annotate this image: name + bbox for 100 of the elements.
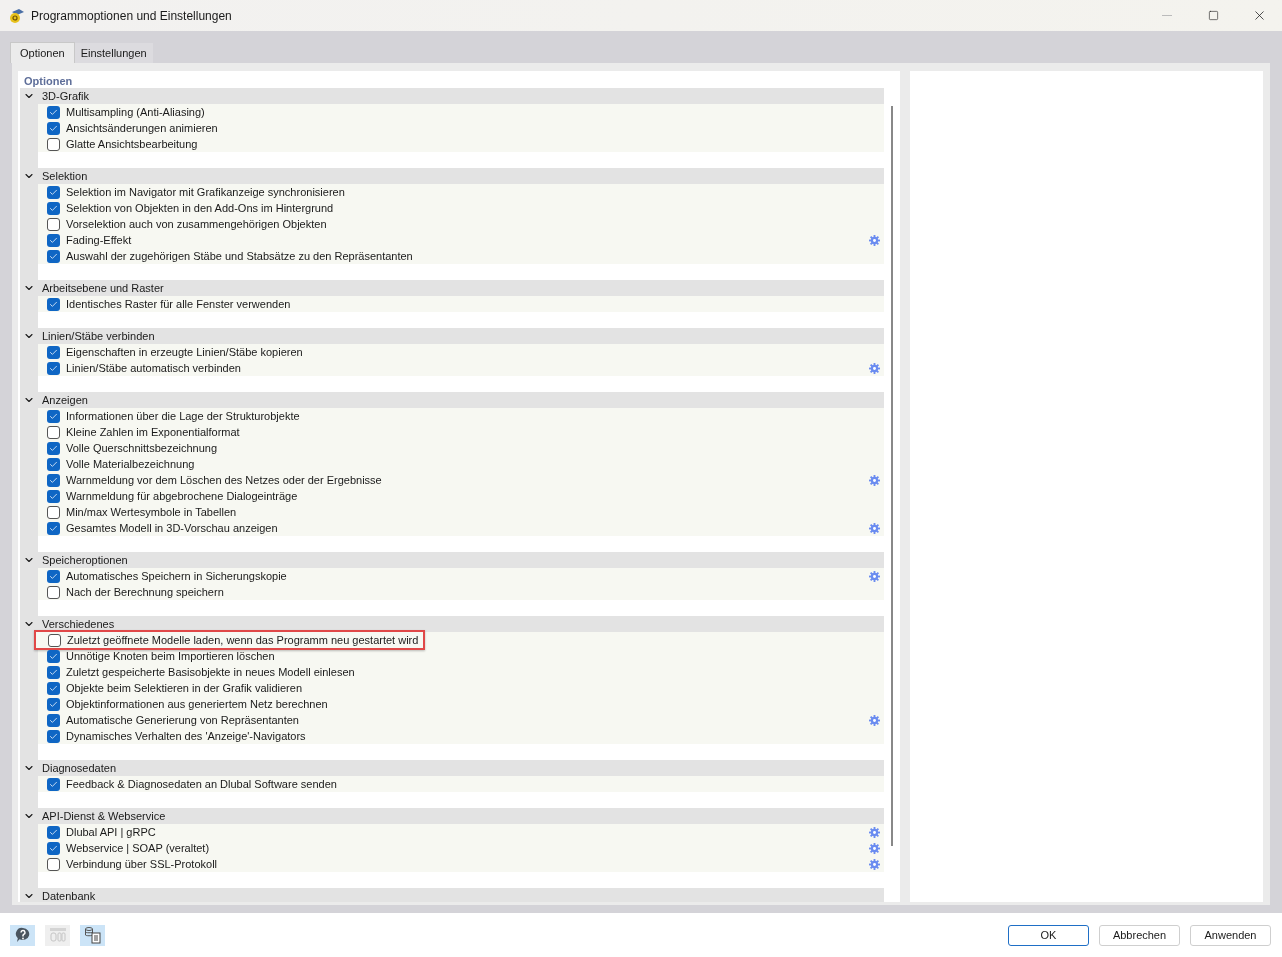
window-title: Programmoptionen und Einstellungen [31,7,232,25]
option-label: Identisches Raster für alle Fenster verwenden [66,297,291,311]
section-header[interactable]: Speicheroptionen [20,552,884,568]
gear-icon[interactable] [869,234,880,246]
check-icon [49,523,58,533]
section-title: Diagnosedaten [42,761,116,775]
gear-icon[interactable] [869,522,880,534]
app-logo-icon [9,7,25,24]
checkbox[interactable] [47,473,60,487]
checkbox[interactable] [47,441,60,455]
checkbox[interactable] [47,425,60,439]
section-header[interactable]: 3D-Grafik [20,88,884,104]
checkbox[interactable] [47,233,60,247]
checkbox[interactable] [47,409,60,423]
checkbox[interactable] [48,633,61,647]
section-title: Arbeitsebene und Raster [42,281,164,295]
checkbox[interactable] [47,729,60,743]
option-label: Fading-Effekt [66,233,132,247]
dialog-button[interactable]: OK [1008,924,1089,946]
gear-icon[interactable] [869,714,880,726]
checkbox[interactable] [47,457,60,471]
checkbox[interactable] [47,489,60,503]
option-label: Gesamtes Modell in 3D-Vorschau anzeigen [66,521,278,535]
option-label: Nach der Berechnung speichern [66,585,224,599]
toolbar-button[interactable] [80,924,105,946]
option-label: Zuletzt geöffnete Modelle laden, wenn das Programm neu gestartet wird [67,633,419,647]
option-label: Warnmeldung vor dem Löschen des Netzes oder der Ergebnisse [66,473,382,487]
section-header[interactable]: Arbeitsebene und Raster [20,280,884,296]
section-title: Datenbank [42,889,96,902]
checkbox[interactable] [47,825,60,839]
option-label: Warnmeldung für abgebrochene Dialogeinträge [66,489,298,503]
tab[interactable]: Einstellungen [74,43,153,63]
dialog-button[interactable]: Anwenden [1190,924,1271,946]
section-header[interactable]: Selektion [20,168,884,184]
scrollbar[interactable] [891,106,893,846]
option-label: Automatisches Speichern in Sicherungskopie [66,569,287,583]
option-label: Verbindung über SSL-Protokoll [66,857,218,871]
option-label: Automatische Generierung von Repräsentanten [66,713,299,727]
panel-title: Optionen [23,74,74,88]
checkbox[interactable] [47,585,60,599]
section-header[interactable]: Verschiedenes [20,616,884,632]
option-label: Multisampling (Anti-Aliasing) [66,105,205,119]
check-icon [49,299,58,309]
section-title: 3D-Grafik [42,89,90,103]
checkbox[interactable] [47,297,60,311]
decimal-places-icon [48,927,67,943]
option-label: Informationen über die Lage der Strukturobjekte [66,409,300,423]
toolbar-button[interactable] [10,924,35,946]
gear-icon[interactable] [869,842,880,854]
gear-icon[interactable] [869,858,880,870]
checkbox[interactable] [47,681,60,695]
option-label: Kleine Zahlen im Exponentialformat [66,425,240,439]
checkbox[interactable] [47,697,60,711]
option-label: Eigenschaften in erzeugte Linien/Stäbe kopieren [66,345,303,359]
section-title: Selektion [42,169,88,183]
option-label: Unnötige Knoten beim Importieren löschen [66,649,275,663]
checkbox[interactable] [47,777,60,791]
gear-icon[interactable] [869,362,880,374]
gear-icon[interactable] [869,570,880,582]
checkbox[interactable] [47,105,60,119]
option-label: Feedback & Diagnosedaten an Dlubal Software senden [66,777,337,791]
checkbox[interactable] [47,665,60,679]
checkbox[interactable] [47,185,60,199]
option-label: Auswahl der zugehörigen Stäbe und Stabsätze zu den Repräsentanten [66,249,413,263]
maximize-icon [1207,10,1219,21]
section-header[interactable]: API-Dienst & Webservice [20,808,884,824]
dialog-button[interactable]: Abbrechen [1099,924,1180,946]
section-header[interactable]: Linien/Stäbe verbinden [20,328,884,344]
checkbox[interactable] [47,249,60,263]
section-header[interactable]: Diagnosedaten [20,760,884,776]
option-label: Objekte beim Selektieren in der Grafik validieren [66,681,302,695]
section-header[interactable]: Datenbank [20,888,884,902]
checkbox[interactable] [47,521,60,535]
checkbox[interactable] [47,121,60,135]
tab[interactable]: Optionen [10,42,75,63]
option-label: Linien/Stäbe automatisch verbinden [66,361,241,375]
checkbox[interactable] [47,505,60,519]
option-label: Dynamisches Verhalten des 'Anzeige'-Navigators [66,729,306,743]
option-label: Vorselektion auch von zusammengehörigen Objekten [66,217,327,231]
database-document-icon [83,926,102,944]
gear-icon[interactable] [869,474,880,486]
check-icon [49,779,58,789]
minimize-icon [1162,15,1172,16]
checkbox[interactable] [47,841,60,855]
option-label: Volle Querschnittsbezeichnung [66,441,218,455]
option-label: Selektion im Navigator mit Grafikanzeige synchronisieren [66,185,345,199]
checkbox[interactable] [47,857,60,871]
section-title: Anzeigen [42,393,88,407]
checkbox[interactable] [47,201,60,215]
section-title: Linien/Stäbe verbinden [42,329,155,343]
checkbox[interactable] [47,713,60,727]
checkbox[interactable] [47,569,60,583]
checkbox[interactable] [47,137,60,151]
option-label: Selektion von Objekten in den Add-Ons im Hintergrund [66,201,334,215]
section-title: API-Dienst & Webservice [42,809,166,823]
section-header[interactable]: Anzeigen [20,392,884,408]
checkbox[interactable] [47,345,60,359]
gear-icon[interactable] [869,826,880,838]
checkbox[interactable] [47,361,60,375]
checkbox[interactable] [47,217,60,231]
